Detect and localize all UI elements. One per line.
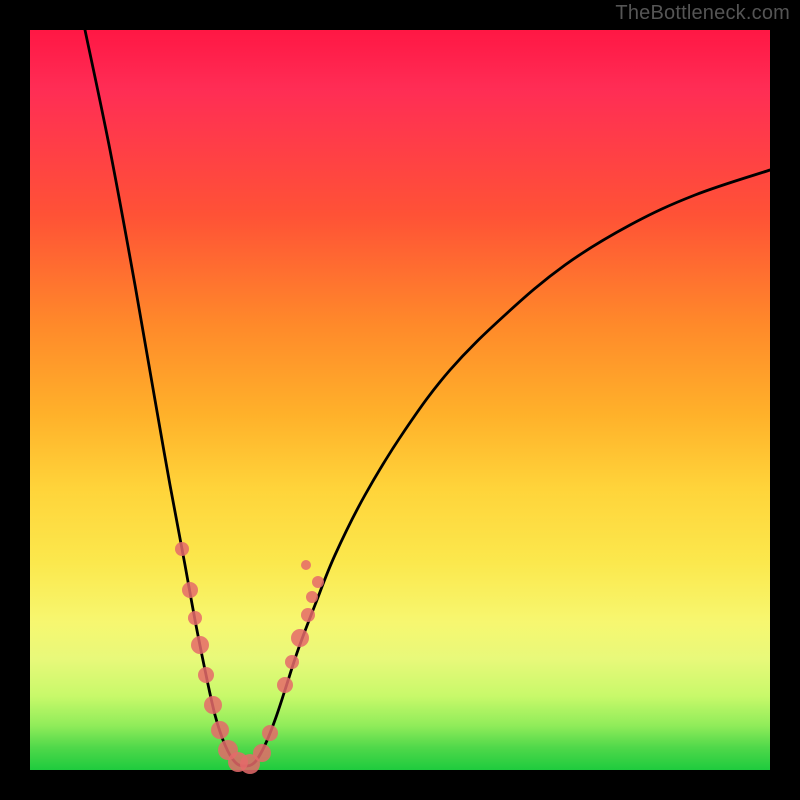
data-marker [291,629,309,647]
plot-area [30,30,770,770]
data-marker [253,744,271,762]
watermark-text: TheBottleneck.com [615,2,790,25]
data-marker [285,655,299,669]
data-marker [301,560,311,570]
marker-cluster [175,542,324,774]
data-marker [312,576,324,588]
data-marker [301,608,315,622]
bottleneck-curve [85,30,770,766]
data-marker [191,636,209,654]
chart-frame: TheBottleneck.com [0,0,800,800]
data-marker [188,611,202,625]
data-marker [198,667,214,683]
data-marker [277,677,293,693]
curve-layer [30,30,770,770]
data-marker [175,542,189,556]
data-marker [262,725,278,741]
data-marker [182,582,198,598]
data-marker [204,696,222,714]
data-marker [306,591,318,603]
data-marker [211,721,229,739]
